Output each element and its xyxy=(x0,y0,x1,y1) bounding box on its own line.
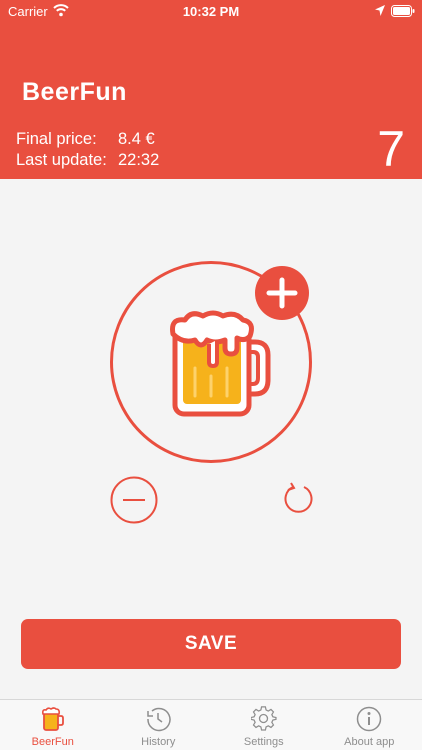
reset-button[interactable] xyxy=(281,482,315,516)
tab-label: About app xyxy=(344,736,395,748)
tab-label: History xyxy=(141,736,176,748)
tab-label: Settings xyxy=(243,736,284,748)
last-update-label: Last update: xyxy=(16,151,107,169)
status-time: 10:32 PM xyxy=(182,4,240,19)
history-icon xyxy=(147,707,171,732)
add-beer-button[interactable] xyxy=(255,266,309,320)
beer-mug-icon xyxy=(170,310,271,417)
plus-icon xyxy=(266,277,298,309)
location-arrow-icon xyxy=(375,5,385,16)
price-info: Final price: 8.4 € Last update: 22:32 xyxy=(16,129,159,171)
beer-mug-icon xyxy=(41,707,64,731)
header: Carrier 10:32 PM BeerFun Final price: 8.… xyxy=(0,0,422,179)
app-title: BeerFun xyxy=(22,78,127,106)
remove-beer-button[interactable] xyxy=(110,476,158,524)
info-icon xyxy=(357,706,382,732)
final-price-label: Final price: xyxy=(16,130,97,148)
tab-beerfun[interactable]: BeerFun xyxy=(0,700,106,750)
final-price-row: Final price: 8.4 € xyxy=(16,129,159,150)
beer-count: 7 xyxy=(377,121,405,177)
final-price-value: 8.4 € xyxy=(118,130,155,148)
gear-icon xyxy=(250,706,277,731)
battery-icon xyxy=(391,5,415,17)
last-update-row: Last update: 22:32 xyxy=(16,150,159,171)
status-bar: Carrier 10:32 PM xyxy=(0,0,422,22)
tab-bar: BeerFun History Settings About app xyxy=(0,699,422,750)
tab-history[interactable]: History xyxy=(106,700,212,750)
tab-settings[interactable]: Settings xyxy=(211,700,317,750)
tab-about-app[interactable]: About app xyxy=(317,700,422,750)
save-button[interactable]: SAVE xyxy=(21,619,401,669)
last-update-value: 22:32 xyxy=(118,151,160,169)
tab-label: BeerFun xyxy=(31,736,74,748)
